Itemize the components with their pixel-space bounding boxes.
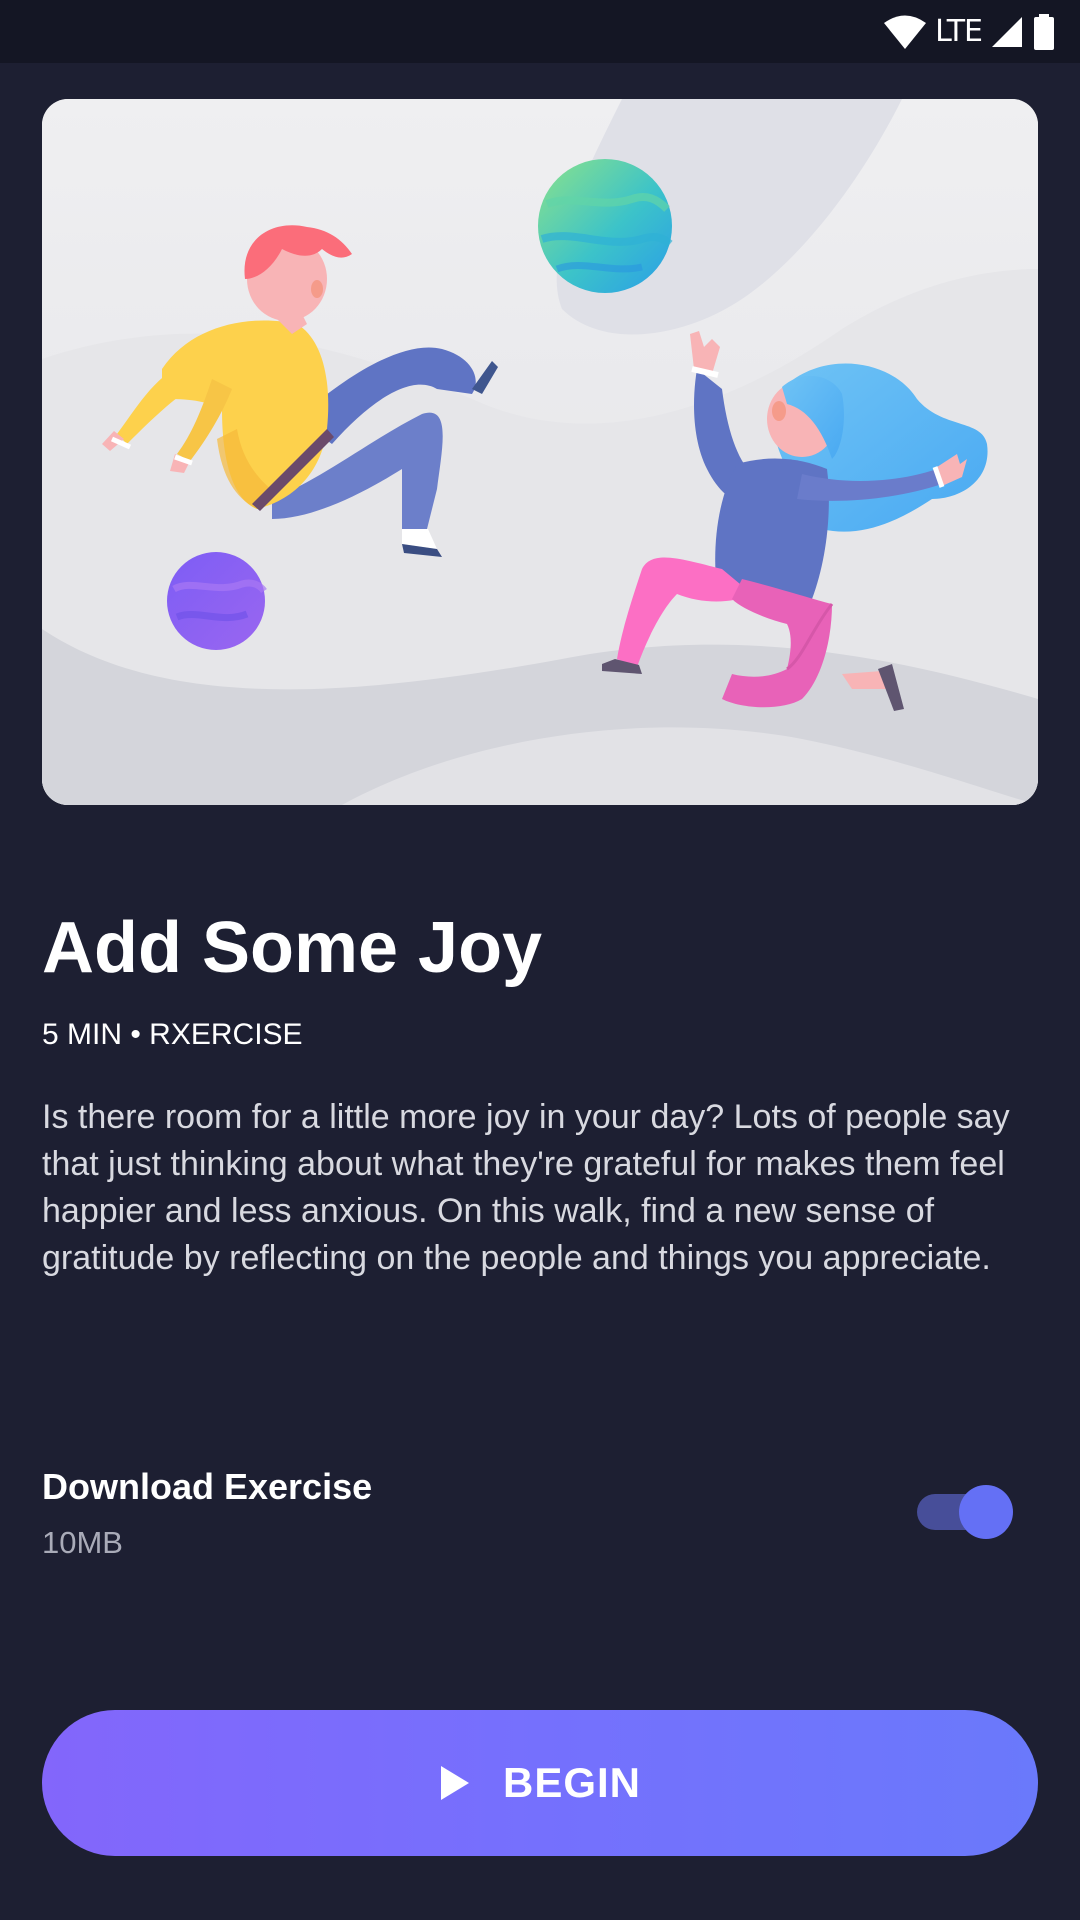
exercise-title: Add Some Joy [42,908,543,988]
cell-signal-icon [990,15,1024,49]
battery-icon [1032,14,1056,50]
begin-label: BEGIN [502,1759,641,1806]
status-bar: LTE [0,0,1080,63]
hero-illustration [42,99,1038,805]
download-size: 10MB [42,1525,123,1560]
network-type-label: LTE [935,14,983,49]
toggle-thumb [959,1485,1013,1539]
wifi-icon [883,14,927,50]
begin-button[interactable]: BEGIN [42,1710,1038,1856]
download-toggle[interactable] [917,1485,1013,1539]
exercise-description: Is there room for a little more joy in y… [42,1098,1010,1277]
status-icons: LTE [883,12,1056,52]
download-label: Download Exercise [42,1466,373,1507]
exercise-meta: 5 MIN • RXERCISE [42,1018,303,1051]
play-icon [439,1764,471,1802]
